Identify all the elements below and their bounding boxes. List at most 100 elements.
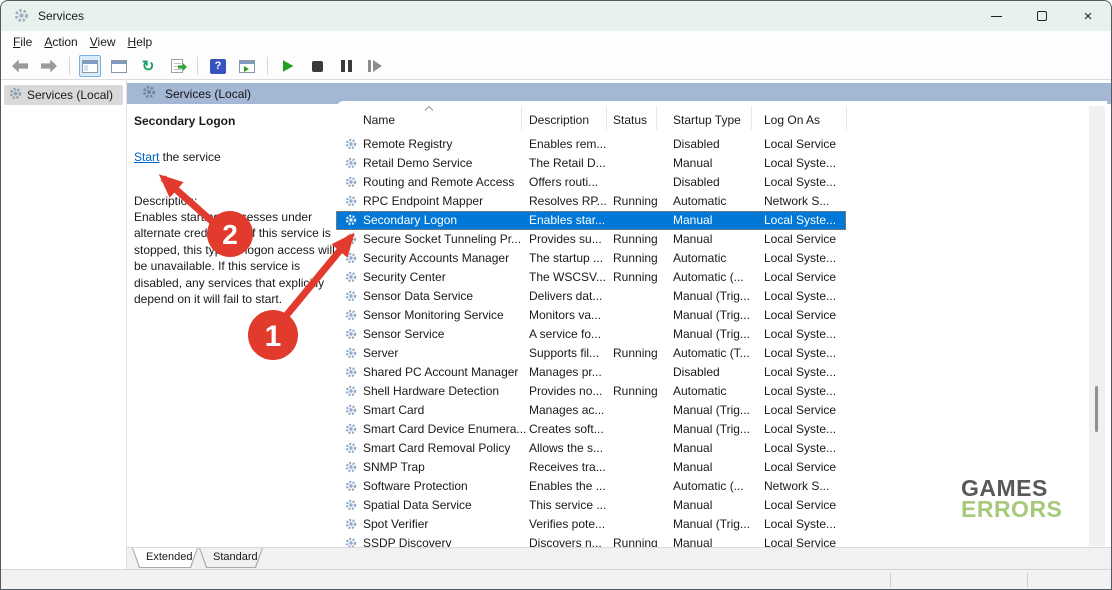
play-icon — [283, 60, 294, 72]
menu-file[interactable]: File — [13, 35, 32, 49]
cell-status: Running — [613, 384, 658, 398]
cell-startup-type: Automatic — [673, 194, 726, 208]
refresh-icon: ↻ — [142, 59, 155, 74]
sidebar-item-services-local[interactable]: Services (Local) — [4, 85, 123, 105]
cell-log-on-as: Local Syste... — [764, 156, 836, 170]
show-action-pane-button[interactable] — [236, 55, 258, 77]
table-row[interactable]: Security Accounts ManagerThe startup ...… — [336, 249, 846, 268]
list-header: Name Description Status Startup Type Log… — [336, 101, 1107, 134]
menu-action[interactable]: Action — [44, 35, 77, 49]
properties-button[interactable] — [108, 55, 130, 77]
pane-header-gear-icon — [142, 85, 156, 102]
column-header-description[interactable]: Description — [529, 113, 589, 127]
table-row[interactable]: Shared PC Account ManagerManages pr...Di… — [336, 363, 846, 382]
cell-log-on-as: Local Service — [764, 137, 836, 151]
table-row[interactable]: Sensor ServiceA service fo...Manual (Tri… — [336, 325, 846, 344]
start-service-link[interactable]: Start — [134, 150, 159, 164]
cell-description: This service ... — [529, 498, 606, 512]
maximize-button[interactable] — [1019, 1, 1065, 31]
column-header-status[interactable]: Status — [613, 113, 647, 127]
service-gear-icon — [345, 442, 357, 457]
close-button[interactable]: × — [1065, 1, 1111, 31]
stop-service-button[interactable] — [306, 55, 328, 77]
cell-description: Provides no... — [529, 384, 602, 398]
service-gear-icon — [345, 138, 357, 153]
table-row[interactable]: Secure Socket Tunneling Pr...Provides su… — [336, 230, 846, 249]
description-label: Description: — [134, 194, 197, 208]
table-row[interactable]: Smart CardManages ac...Manual (Trig...Lo… — [336, 401, 846, 420]
service-gear-icon — [345, 404, 357, 419]
cell-name: Retail Demo Service — [363, 156, 472, 170]
sort-ascending-icon — [424, 106, 434, 111]
export-list-icon — [171, 59, 183, 73]
menu-view[interactable]: View — [90, 35, 116, 49]
service-gear-icon — [345, 271, 357, 286]
column-divider[interactable] — [521, 106, 522, 130]
column-header-startup-type[interactable]: Startup Type — [673, 113, 741, 127]
table-row[interactable]: Routing and Remote AccessOffers routi...… — [336, 173, 846, 192]
start-service-button[interactable] — [277, 55, 299, 77]
properties-icon — [111, 60, 127, 73]
show-console-tree-button[interactable] — [79, 55, 101, 77]
service-gear-icon — [345, 176, 357, 191]
cell-description: The startup ... — [529, 251, 603, 265]
scrollbar-thumb[interactable] — [1095, 386, 1098, 432]
table-row[interactable]: Secondary LogonEnables star...ManualLoca… — [336, 211, 846, 230]
cell-description: A service fo... — [529, 327, 601, 341]
cell-name: Remote Registry — [363, 137, 452, 151]
cell-startup-type: Manual (Trig... — [673, 308, 750, 322]
column-divider[interactable] — [656, 106, 657, 130]
status-bar-divider — [890, 573, 891, 587]
cell-name: Software Protection — [363, 479, 468, 493]
help-button[interactable]: ? — [207, 55, 229, 77]
table-row[interactable]: RPC Endpoint MapperResolves RP...Running… — [336, 192, 846, 211]
vertical-scrollbar[interactable] — [1089, 106, 1105, 546]
table-row[interactable]: Sensor Data ServiceDelivers dat...Manual… — [336, 287, 846, 306]
cell-log-on-as: Local Syste... — [764, 346, 836, 360]
restart-service-button[interactable] — [364, 55, 386, 77]
cell-status: Running — [613, 346, 658, 360]
table-row[interactable]: SSDP DiscoveryDiscovers n...RunningManua… — [336, 534, 846, 547]
service-gear-icon — [345, 309, 357, 324]
cell-startup-type: Manual — [673, 498, 712, 512]
minimize-button[interactable] — [973, 1, 1019, 31]
maximize-icon — [1037, 11, 1047, 21]
cell-startup-type: Manual (Trig... — [673, 403, 750, 417]
menu-bar: File Action View Help — [1, 31, 1111, 53]
column-header-log-on-as[interactable]: Log On As — [764, 113, 820, 127]
table-row[interactable]: Shell Hardware DetectionProvides no...Ru… — [336, 382, 846, 401]
back-button[interactable] — [9, 55, 31, 77]
table-row[interactable]: Security CenterThe WSCSV...RunningAutoma… — [336, 268, 846, 287]
table-row[interactable]: ServerSupports fil...RunningAutomatic (T… — [336, 344, 846, 363]
table-row[interactable]: Spot VerifierVerifies pote...Manual (Tri… — [336, 515, 846, 534]
cell-name: Shared PC Account Manager — [363, 365, 518, 379]
stop-icon — [312, 61, 323, 72]
column-divider[interactable] — [751, 106, 752, 130]
pause-service-button[interactable] — [335, 55, 357, 77]
refresh-button[interactable]: ↻ — [137, 55, 159, 77]
menu-help[interactable]: Help — [128, 35, 153, 49]
title-bar[interactable]: Services × — [1, 1, 1111, 31]
column-header-name[interactable]: Name — [363, 113, 395, 127]
table-row[interactable]: Sensor Monitoring ServiceMonitors va...M… — [336, 306, 846, 325]
cell-name: RPC Endpoint Mapper — [363, 194, 483, 208]
tab-standard[interactable]: Standard — [199, 548, 263, 568]
table-row[interactable]: Spatial Data ServiceThis service ...Manu… — [336, 496, 846, 515]
table-row[interactable]: Software ProtectionEnables the ...Automa… — [336, 477, 846, 496]
cell-description: Manages pr... — [529, 365, 602, 379]
table-row[interactable]: Retail Demo ServiceThe Retail D...Manual… — [336, 154, 846, 173]
cell-name: Spot Verifier — [363, 517, 428, 531]
cell-log-on-as: Local Service — [764, 403, 836, 417]
column-divider[interactable] — [846, 106, 847, 130]
cell-log-on-as: Local Syste... — [764, 384, 836, 398]
cell-startup-type: Disabled — [673, 175, 720, 189]
table-row[interactable]: Smart Card Device Enumera...Creates soft… — [336, 420, 846, 439]
column-divider[interactable] — [606, 106, 607, 130]
table-row[interactable]: SNMP TrapReceives tra...ManualLocal Serv… — [336, 458, 846, 477]
table-row[interactable]: Smart Card Removal PolicyAllows the s...… — [336, 439, 846, 458]
forward-button[interactable] — [38, 55, 60, 77]
service-gear-icon — [345, 347, 357, 362]
tab-extended[interactable]: Extended — [132, 548, 198, 568]
table-row[interactable]: Remote RegistryEnables rem...DisabledLoc… — [336, 135, 846, 154]
export-list-button[interactable] — [166, 55, 188, 77]
